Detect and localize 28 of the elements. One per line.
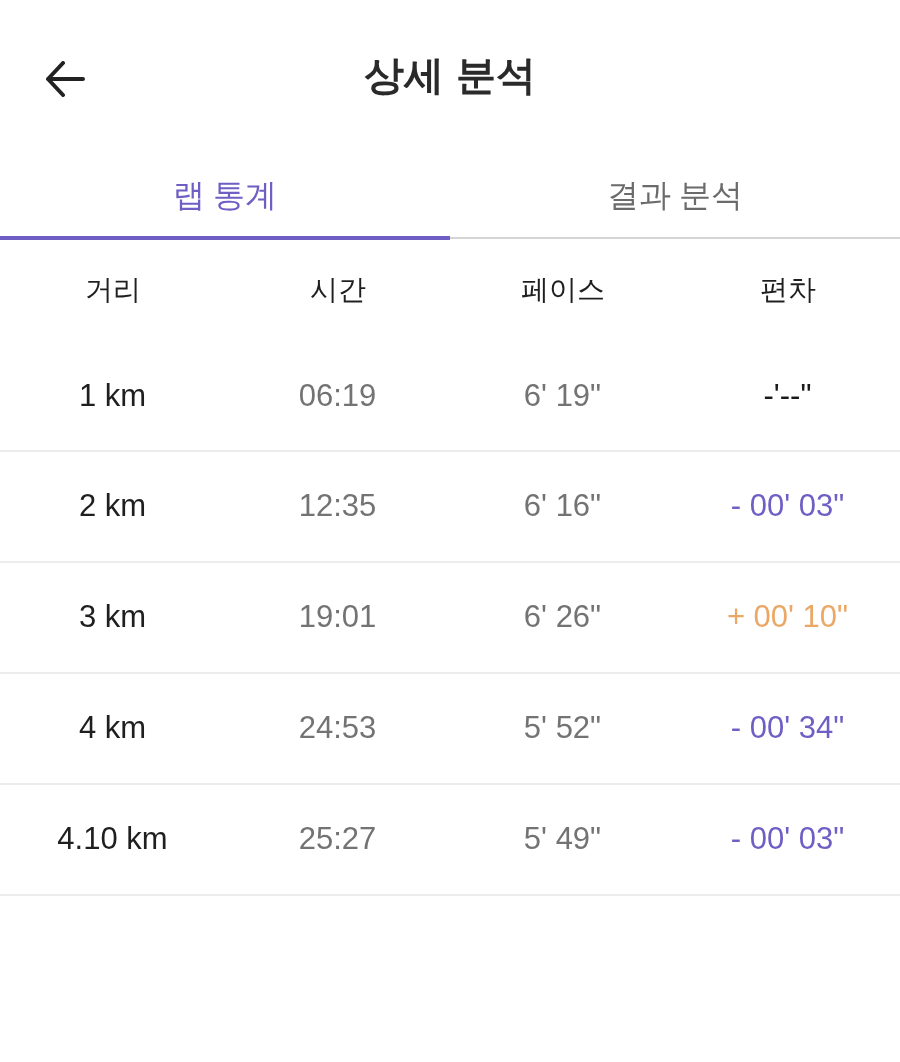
distance-cell-text: 4 km: [78, 709, 147, 748]
distance-cell-text: 3 km: [78, 598, 147, 637]
column-header: 시간: [309, 273, 366, 307]
pace-cell-text: 6' 26": [523, 598, 602, 637]
column-header: 페이스: [520, 273, 605, 307]
pace-cell-text: 5' 52": [523, 709, 602, 748]
column-header: 거리: [84, 273, 141, 307]
distance-cell-text: 4.10 km: [57, 820, 168, 859]
time-cell-text: 06:19: [298, 376, 377, 415]
back-arrow-icon: [45, 61, 85, 97]
tab[interactable]: 결과 분석: [450, 150, 900, 239]
pace-cell-text: 5' 49": [523, 820, 602, 859]
time-cell-text: 24:53: [298, 709, 377, 748]
pace-cell-text: 6' 19": [523, 376, 602, 415]
deviation-cell-text: - 00' 34": [730, 709, 845, 748]
time-cell-text: 19:01: [298, 598, 377, 637]
distance-cell-text: 2 km: [78, 487, 147, 526]
deviation-cell-text: + 00' 10": [726, 598, 849, 637]
deviation-cell-text: -'--": [763, 376, 812, 415]
time-cell-text: 12:35: [298, 487, 377, 526]
page-title: 상세 분석: [364, 55, 536, 95]
pace-cell-text: 6' 16": [523, 487, 602, 526]
time-cell-text: 25:27: [298, 820, 377, 859]
column-header: 편차: [759, 273, 816, 307]
deviation-cell-text: - 00' 03": [730, 820, 845, 859]
deviation-cell-text: - 00' 03": [730, 487, 845, 526]
tab[interactable]: 랩 통계: [0, 150, 450, 240]
distance-cell-text: 1 km: [78, 376, 147, 415]
